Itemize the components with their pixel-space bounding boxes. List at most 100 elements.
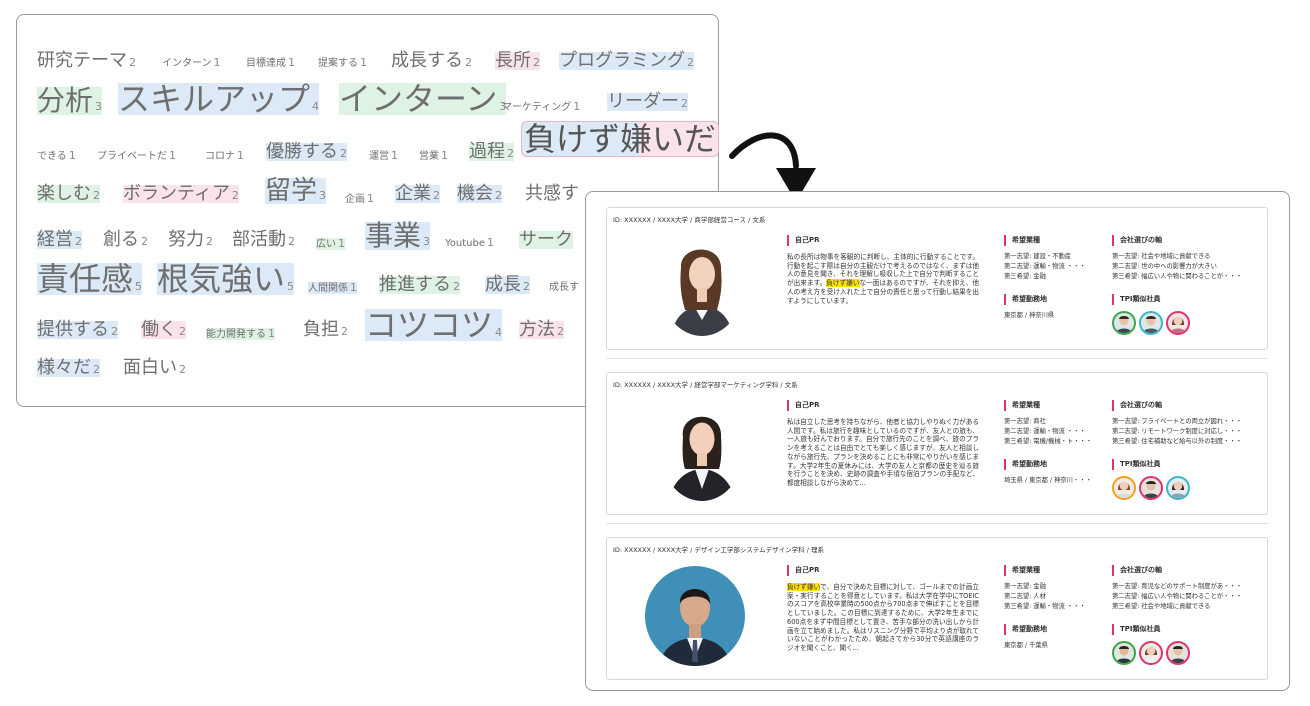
cloud-word[interactable]: 能力開発する 1 [206, 328, 275, 340]
cloud-word[interactable]: 面白い 2 [123, 359, 186, 377]
avatar[interactable] [1139, 476, 1163, 500]
results-panel: ID: XXXXXX / XXXX大学 / 商学部経営コース / 文系 自己PR… [585, 191, 1290, 691]
self-pr-column: 自己PR 私は自立した思考を持ちながら、他者と協力しやりぬく力がある人間です。私… [787, 400, 979, 488]
cloud-word[interactable]: 機会 2 [457, 185, 502, 203]
industry-column: 希望業種 第一志望: 金融 第二志望: 人材 第三希望: 運輸・物流 ・・・ 希… [1004, 565, 1104, 651]
cloud-word[interactable]: 分析 3 [37, 87, 103, 115]
self-pr-column: 自己PR 私の長所は物事を客観的に判断し、主体的に行動することです。行動を起こす… [787, 235, 979, 305]
location-value: 埼玉県 / 東京都 / 神奈川・・・ [1004, 477, 1092, 484]
cloud-word[interactable]: 人間関係 1 [308, 282, 357, 294]
cloud-word[interactable]: 成長 2 [485, 276, 530, 294]
avatar[interactable] [1112, 476, 1136, 500]
keyword-highlight: 負けず嫌い [787, 583, 821, 591]
similar-employees-label: TPI類似社員 [1112, 624, 1262, 635]
cloud-word[interactable]: 責任感 5 [37, 263, 143, 295]
avatar[interactable] [1166, 476, 1190, 500]
axis-column: 会社選びの軸 第一志望: プライベートとの両立が図れ・・・ 第二志望: リモート… [1112, 400, 1262, 500]
cloud-word[interactable]: 成長す [549, 283, 579, 293]
avatar[interactable] [1139, 641, 1163, 665]
cloud-word[interactable]: 長所 2 [495, 52, 540, 70]
axis-label: 会社選びの軸 [1112, 565, 1262, 576]
divider [606, 523, 1269, 524]
axis-label: 会社選びの軸 [1112, 400, 1262, 411]
self-pr-label: 自己PR [787, 565, 979, 576]
cloud-word[interactable]: 企画 1 [345, 193, 374, 205]
cloud-word[interactable]: 事業 3 [365, 222, 431, 250]
cloud-word[interactable]: 共感す [525, 185, 579, 203]
cloud-word[interactable]: 努力 2 [168, 231, 213, 249]
cloud-word[interactable]: 留学 3 [265, 178, 327, 204]
industry-label: 希望業種 [1004, 400, 1104, 411]
self-pr-text: 私の長所は物事を客観的に判断し、主体的に行動することです。行動を起こす際は自分の… [787, 253, 980, 305]
candidate-id: ID: XXXXXX / XXXX大学 / デザイン工学部システムデザイン学科 … [613, 546, 824, 554]
location-label: 希望勤務地 [1004, 294, 1104, 305]
cloud-word[interactable]: 経営 2 [37, 231, 82, 249]
avatar[interactable] [1112, 311, 1136, 335]
avatar[interactable] [1166, 311, 1190, 335]
candidate-card[interactable]: ID: XXXXXX / XXXX大学 / デザイン工学部システムデザイン学科 … [606, 537, 1268, 680]
cloud-word[interactable]: Youtube 1 [445, 237, 494, 249]
avatar[interactable] [1139, 311, 1163, 335]
axis-column: 会社選びの軸 第一志望: 社会や地域に貢献できる 第二志望: 世の中への影響力が… [1112, 235, 1262, 335]
industry-column: 希望業種 第一志望: 商社 第二志望: 運輸・物流 ・・・ 第三希望: 電機/機… [1004, 400, 1104, 486]
similar-employees-label: TPI類似社員 [1112, 459, 1262, 470]
cloud-word[interactable]: ボランティア 2 [123, 185, 239, 203]
similar-employees [1112, 476, 1262, 500]
similar-employees-label: TPI類似社員 [1112, 294, 1262, 305]
candidate-photo [661, 238, 743, 336]
industry-column: 希望業種 第一志望: 建設・不動産 第二志望: 運輸・物流 ・・・ 第三希望: … [1004, 235, 1104, 321]
cloud-word[interactable]: 企業 2 [395, 185, 440, 203]
cloud-word[interactable]: サーク [519, 231, 573, 249]
cloud-word[interactable]: 目標達成 1 [246, 57, 295, 69]
cloud-word[interactable]: 優勝する 2 [266, 143, 347, 161]
cloud-word[interactable]: 方法 2 [519, 321, 564, 339]
cloud-word[interactable]: 創る 2 [103, 231, 148, 249]
cloud-word[interactable]: 過程 2 [469, 143, 514, 161]
cloud-word[interactable]: 楽しむ 2 [37, 185, 100, 203]
candidate-photo [645, 566, 745, 666]
industry-label: 希望業種 [1004, 235, 1104, 246]
self-pr-label: 自己PR [787, 400, 979, 411]
self-pr-text: 負けず嫌いで、自分で決めた目標に対して、ゴールまでの計画立案・実行することを得意… [787, 583, 979, 652]
cloud-word[interactable]: できる 1 [37, 150, 76, 162]
cloud-word[interactable]: 提供する 2 [37, 321, 118, 339]
similar-employees [1112, 641, 1262, 665]
cloud-word[interactable]: コツコツ 4 [365, 309, 503, 341]
candidate-card[interactable]: ID: XXXXXX / XXXX大学 / 商学部経営コース / 文系 自己PR… [606, 207, 1268, 350]
cloud-word[interactable]: 推進する 2 [379, 276, 460, 294]
cloud-word[interactable]: 営業 1 [419, 150, 448, 162]
self-pr-label: 自己PR [787, 235, 979, 246]
cloud-word-featured[interactable]: 負けず嫌いだ [521, 121, 720, 157]
candidate-photo [661, 403, 743, 501]
cloud-word[interactable]: リーダー 2 [607, 93, 688, 111]
cloud-word[interactable]: インターン 3 [339, 83, 507, 115]
avatar[interactable] [1112, 641, 1136, 665]
candidate-card[interactable]: ID: XXXXXX / XXXX大学 / 経営学部マーケティング学科 / 文系… [606, 372, 1268, 515]
location-value: 東京都 / 神奈川県 [1004, 312, 1055, 319]
cloud-word[interactable]: 根気強い 5 [157, 263, 295, 295]
cloud-word[interactable]: 提案する 1 [318, 57, 367, 69]
cloud-word[interactable]: コロナ 1 [205, 150, 244, 162]
divider [606, 358, 1269, 359]
cloud-word[interactable]: 研究テーマ 2 [37, 52, 136, 70]
axis-label: 会社選びの軸 [1112, 235, 1262, 246]
location-label: 希望勤務地 [1004, 459, 1104, 470]
cloud-word[interactable]: スキルアップ 4 [118, 83, 320, 115]
cloud-word[interactable]: マーケティング 1 [502, 101, 580, 113]
location-value: 東京都 / 千葉県 [1004, 642, 1048, 649]
cloud-word[interactable]: 様々だ 2 [37, 359, 100, 377]
cloud-word[interactable]: 広い 1 [316, 238, 345, 250]
cloud-word[interactable]: プログラミング 2 [559, 52, 694, 70]
similar-employees [1112, 311, 1262, 335]
cloud-word[interactable]: 成長する 2 [391, 52, 472, 70]
cloud-word[interactable]: 運営 1 [369, 150, 398, 162]
avatar[interactable] [1166, 641, 1190, 665]
cloud-word[interactable]: プライベートだ 1 [97, 150, 176, 162]
cloud-word[interactable]: 部活動 2 [232, 231, 295, 249]
self-pr-column: 自己PR 負けず嫌いで、自分で決めた目標に対して、ゴールまでの計画立案・実行する… [787, 565, 979, 653]
cloud-word[interactable]: インターン 1 [162, 57, 221, 69]
candidate-id: ID: XXXXXX / XXXX大学 / 経営学部マーケティング学科 / 文系 [613, 381, 798, 389]
location-label: 希望勤務地 [1004, 624, 1104, 635]
cloud-word[interactable]: 負担 2 [303, 321, 348, 339]
cloud-word[interactable]: 働く 2 [141, 321, 186, 339]
